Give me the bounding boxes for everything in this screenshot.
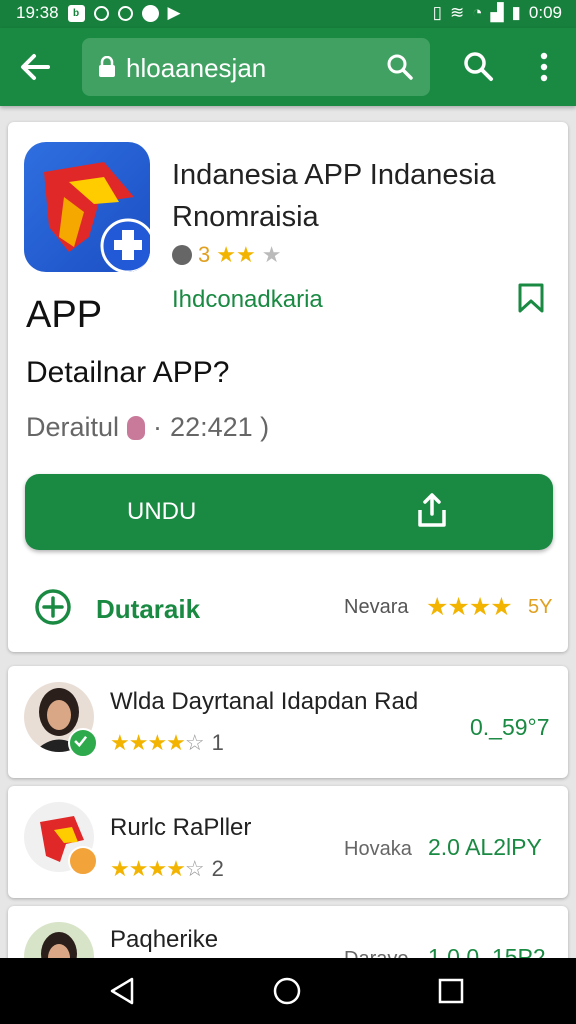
back-nav-icon[interactable] xyxy=(106,974,140,1008)
bookmark-icon[interactable] xyxy=(516,282,546,314)
back-arrow-icon[interactable] xyxy=(18,50,52,84)
list-item[interactable]: Wlda Dayrtanal Idapdan Rad ★★★★☆ 1 0._59°… xyxy=(8,666,568,778)
app-title: Indanesia APP Indanesia Rnomraisia xyxy=(172,159,496,233)
meta-icon xyxy=(127,415,146,440)
wifi-icon: ≋ xyxy=(449,3,465,22)
more-vert-icon[interactable] xyxy=(534,50,554,84)
play-icon: ▶ xyxy=(167,3,181,22)
details-prefix: Deraitul xyxy=(26,412,120,442)
details-title: Detailnar APP? xyxy=(26,356,230,389)
home-nav-icon[interactable] xyxy=(270,974,304,1008)
list-item-rating: ★★★★☆ 2 xyxy=(110,856,224,882)
status-time: 19:38 xyxy=(16,3,59,22)
install-button[interactable]: UNDU xyxy=(25,474,553,550)
rating-badge-icon xyxy=(172,245,192,265)
status-clock: 0:09 xyxy=(528,3,562,22)
details-sep: · xyxy=(153,412,163,442)
vibrate-icon: ▯ xyxy=(432,3,442,22)
notification-emoji-icon xyxy=(141,4,159,22)
list-item-rating: ★★★★☆ 1 xyxy=(110,730,224,756)
url-bar[interactable]: hloaanesjan xyxy=(82,38,430,96)
list-item-value: 0._59°7 xyxy=(470,714,550,740)
cell-signal-icon: ▟ xyxy=(490,3,504,22)
developer-link[interactable]: Ihdconadkaria xyxy=(172,286,323,314)
url-search-icon[interactable] xyxy=(386,53,414,81)
recents-nav-icon[interactable] xyxy=(434,974,468,1008)
app-detail-card: Indanesia APP Indanesia Rnomraisia 3 ★★ … xyxy=(8,122,568,652)
notification-box-icon: b xyxy=(67,4,85,22)
details-meta: Deraitul · 22:421 ) xyxy=(26,412,269,443)
list-item-count: 2 xyxy=(211,856,224,881)
list-item-name: Rurlc RaPller xyxy=(110,814,252,841)
review-label: Nevara xyxy=(344,596,409,618)
review-count: 5Y xyxy=(528,596,553,618)
rating-stars-empty: ★ xyxy=(261,242,282,267)
add-label[interactable]: Dutaraik xyxy=(96,594,200,625)
wifi-signal-icon: ◔ xyxy=(472,3,483,22)
list-item-stars-filled: ★★★★ xyxy=(110,856,186,881)
rating-stars-filled: ★★ xyxy=(216,242,256,267)
list-item-count: 1 xyxy=(211,730,224,755)
app-icon[interactable] xyxy=(24,142,150,272)
list-item-value: 2.0 AL2lPY xyxy=(428,834,542,860)
list-item-stars-filled: ★★★★ xyxy=(110,730,186,755)
verified-icon xyxy=(68,728,98,758)
list-item-stars-empty: ☆ xyxy=(184,856,205,881)
lock-icon xyxy=(99,56,115,77)
rating-value: 3 xyxy=(198,242,211,267)
list-item-sub: Hovaka xyxy=(344,838,412,860)
battery-icon: ▮ xyxy=(511,3,521,22)
list-item-name: Wlda Dayrtanal Idapdan Rad xyxy=(110,688,419,715)
emoji-badge-icon xyxy=(68,846,98,876)
navigation-bar xyxy=(0,958,576,1024)
status-bar: 19:38 b ▶ ▯ ≋ ◔ ▟ ▮ 0:09 xyxy=(0,0,576,28)
search-icon[interactable] xyxy=(462,50,494,82)
list-item-name: Paqherike xyxy=(110,926,219,953)
add-circle-icon[interactable] xyxy=(34,588,72,626)
notification-o-icon xyxy=(117,5,133,21)
app-label: APP xyxy=(26,294,103,336)
review-stars: ★★★★ xyxy=(426,593,513,621)
share-icon[interactable] xyxy=(417,492,447,528)
install-label: UNDU xyxy=(127,498,197,525)
notification-circle-icon xyxy=(93,5,109,21)
app-logo-icon xyxy=(44,162,150,272)
toolbar: hloaanesjan xyxy=(0,28,576,106)
list-item-stars-empty: ☆ xyxy=(184,730,205,755)
details-value: 22:421 ) xyxy=(170,412,270,442)
app-rating: 3 ★★ ★ xyxy=(172,242,281,268)
url-text: hloaanesjan xyxy=(126,53,267,83)
list-item[interactable]: Rurlc RaPller ★★★★☆ 2 Hovaka 2.0 AL2lPY xyxy=(8,786,568,898)
